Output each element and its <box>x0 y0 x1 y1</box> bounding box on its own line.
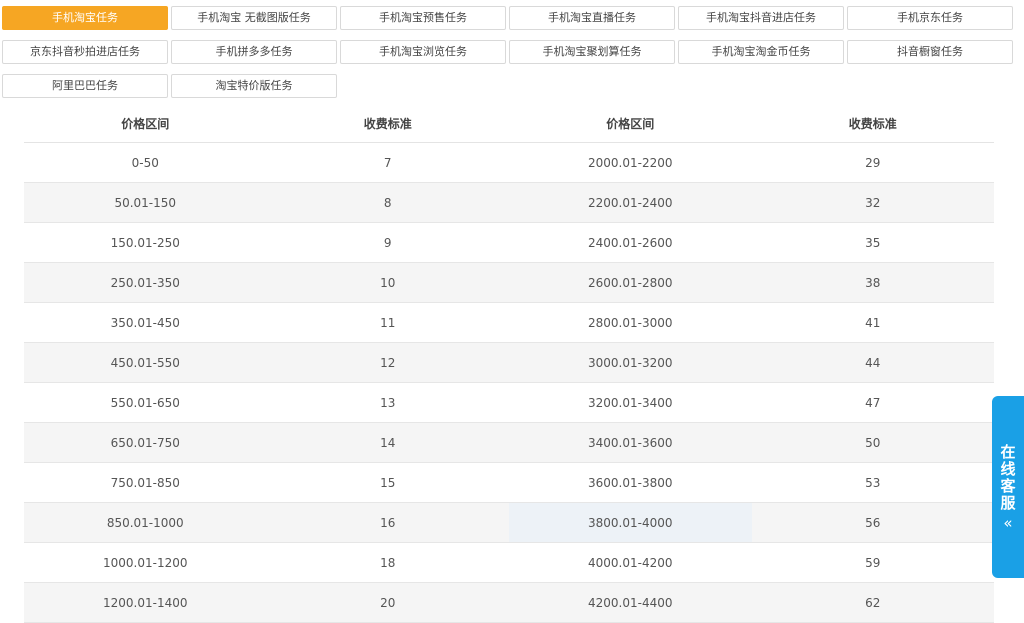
table-cell: 3200.01-3400 <box>588 395 673 410</box>
table-cell: 2400.01-2600 <box>588 235 673 250</box>
table-cell: 14 <box>380 435 396 450</box>
table-cell: 56 <box>865 515 881 530</box>
header-price-range-2: 价格区间 <box>606 116 655 131</box>
table-cell: 53 <box>865 475 881 490</box>
table-row: 450.01-550 12 3000.01-3200 44 <box>24 343 994 383</box>
table-row: 650.01-750 14 3400.01-3600 50 <box>24 423 994 463</box>
tab-1[interactable]: 手机淘宝 无截图版任务 <box>171 6 337 30</box>
table-cell: 1000.01-1200 <box>103 555 188 570</box>
tab-5[interactable]: 手机京东任务 <box>847 6 1013 30</box>
table-cell: 3400.01-3600 <box>588 435 673 450</box>
table-cell: 35 <box>865 235 881 250</box>
table-cell: 450.01-550 <box>110 355 180 370</box>
table-cell: 2600.01-2800 <box>588 275 673 290</box>
table-cell: 59 <box>865 555 881 570</box>
table-header: 价格区间 收费标准 价格区间 收费标准 <box>24 104 994 143</box>
table-cell: 41 <box>865 315 881 330</box>
table-cell: 150.01-250 <box>110 235 180 250</box>
table-cell: 250.01-350 <box>110 275 180 290</box>
table-cell: 2000.01-2200 <box>588 155 673 170</box>
tab-11[interactable]: 抖音橱窗任务 <box>847 40 1013 64</box>
table-cell: 62 <box>865 595 881 610</box>
tab-7[interactable]: 手机拼多多任务 <box>171 40 337 64</box>
tab-3[interactable]: 手机淘宝直播任务 <box>509 6 675 30</box>
table-body: 0-50 7 2000.01-2200 29 50.01-150 8 2200.01-240… <box>24 143 994 623</box>
header-price-range-1: 价格区间 <box>121 116 170 131</box>
table-cell: 10 <box>380 275 396 290</box>
tab-6[interactable]: 京东抖音秒拍进店任务 <box>2 40 168 64</box>
cs-char: 在 <box>1000 443 1016 461</box>
table-cell: 3800.01-4000 <box>509 503 752 542</box>
table-cell: 1200.01-1400 <box>103 595 188 610</box>
tab-13[interactable]: 淘宝特价版任务 <box>171 74 337 98</box>
table-cell: 12 <box>380 355 396 370</box>
table-cell: 47 <box>865 395 881 410</box>
table-row: 50.01-150 8 2200.01-2400 32 <box>24 183 994 223</box>
header-fee-2: 收费标准 <box>848 116 897 131</box>
table-row: 850.01-1000 16 3800.01-4000 56 <box>24 503 994 543</box>
table-row: 1000.01-1200 18 4000.01-4200 59 <box>24 543 994 583</box>
table-cell: 750.01-850 <box>110 475 180 490</box>
table-cell: 850.01-1000 <box>106 515 184 530</box>
header-fee-1: 收费标准 <box>363 116 412 131</box>
table-cell: 2800.01-3000 <box>588 315 673 330</box>
tab-10[interactable]: 手机淘宝淘金币任务 <box>678 40 844 64</box>
tab-12[interactable]: 阿里巴巴任务 <box>2 74 168 98</box>
table-cell: 0-50 <box>131 155 159 170</box>
table-cell: 550.01-650 <box>110 395 180 410</box>
table-cell: 20 <box>380 595 396 610</box>
price-table: 价格区间 收费标准 价格区间 收费标准 0-50 7 2000.01-2200 29 5… <box>24 104 994 623</box>
cs-char: 服 <box>1000 494 1016 512</box>
table-cell: 8 <box>383 195 392 210</box>
table-cell: 350.01-450 <box>110 315 180 330</box>
table-cell: 2200.01-2400 <box>588 195 673 210</box>
table-cell: 18 <box>380 555 396 570</box>
table-cell: 9 <box>383 235 392 250</box>
tab-8[interactable]: 手机淘宝浏览任务 <box>340 40 506 64</box>
table-row: 150.01-250 9 2400.01-2600 35 <box>24 223 994 263</box>
table-cell: 16 <box>380 515 396 530</box>
double-chevron-left-icon: « <box>1003 514 1013 532</box>
table-row: 350.01-450 11 2800.01-3000 41 <box>24 303 994 343</box>
tab-9[interactable]: 手机淘宝聚划算任务 <box>509 40 675 64</box>
tab-2[interactable]: 手机淘宝预售任务 <box>340 6 506 30</box>
table-cell: 13 <box>380 395 396 410</box>
table-cell: 15 <box>380 475 396 490</box>
table-cell: 38 <box>865 275 881 290</box>
table-row: 750.01-850 15 3600.01-3800 53 <box>24 463 994 503</box>
table-row: 250.01-350 10 2600.01-2800 38 <box>24 263 994 303</box>
online-customer-service-button[interactable]: 在 线 客 服 « <box>992 396 1024 578</box>
table-cell: 50 <box>865 435 881 450</box>
table-cell: 11 <box>380 315 396 330</box>
tab-4[interactable]: 手机淘宝抖音进店任务 <box>678 6 844 30</box>
table-cell: 29 <box>865 155 881 170</box>
tab-0[interactable]: 手机淘宝任务 <box>2 6 168 30</box>
table-cell: 650.01-750 <box>110 435 180 450</box>
cs-char: 线 <box>1000 460 1016 478</box>
table-row: 1200.01-1400 20 4200.01-4400 62 <box>24 583 994 623</box>
table-row: 550.01-650 13 3200.01-3400 47 <box>24 383 994 423</box>
table-cell: 4200.01-4400 <box>588 595 673 610</box>
table-cell: 4000.01-4200 <box>588 555 673 570</box>
table-cell: 3600.01-3800 <box>588 475 673 490</box>
table-row: 0-50 7 2000.01-2200 29 <box>24 143 994 183</box>
table-cell: 3000.01-3200 <box>588 355 673 370</box>
table-cell: 32 <box>865 195 881 210</box>
cs-char: 客 <box>1000 477 1016 495</box>
table-cell: 44 <box>865 355 881 370</box>
table-cell: 7 <box>383 155 392 170</box>
table-cell: 50.01-150 <box>114 195 177 210</box>
